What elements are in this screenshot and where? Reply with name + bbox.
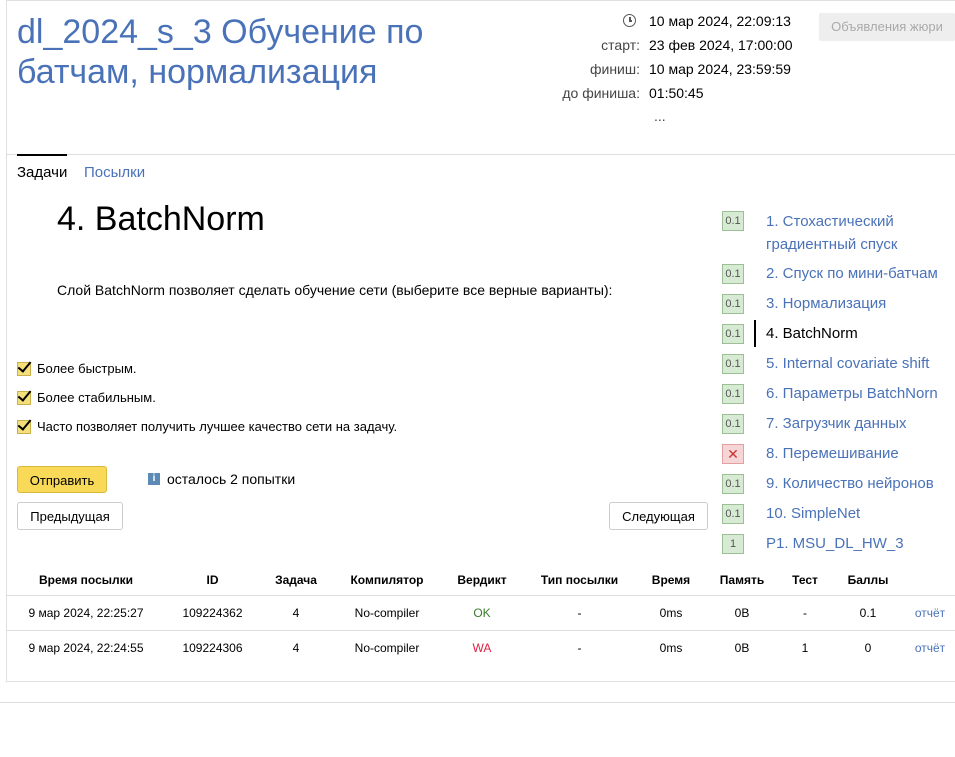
score-badge: 0.1 <box>722 384 744 404</box>
score-badge: 0.1 <box>722 294 744 314</box>
tab-submissions[interactable]: Посылки <box>84 164 145 181</box>
start-label: старт: <box>601 37 640 53</box>
submission-type: - <box>522 630 637 665</box>
finish-label: финиш: <box>589 61 640 77</box>
problem-statement: Слой BatchNorm позволяет сделать обучени… <box>57 282 613 298</box>
checkbox-checked-icon[interactable] <box>17 419 31 434</box>
tabs-divider <box>6 154 955 155</box>
table-row: 9 мар 2024, 22:25:27 109224362 4 No-comp… <box>7 595 955 631</box>
column-header: Баллы <box>847 573 889 587</box>
problem-link[interactable]: 3. Нормализация <box>766 292 955 315</box>
start-time: 23 фев 2024, 17:00:00 <box>649 37 793 53</box>
contest-info: 10 мар 2024, 22:09:13 старт: 23 фев 2024,… <box>540 13 793 109</box>
contest-title: dl_2024_s_3 Обучение по батчам, нормализ… <box>17 13 424 91</box>
time-left: 01:50:45 <box>649 85 704 101</box>
compiler: No-compiler <box>332 595 442 631</box>
verdict: OK <box>442 595 522 631</box>
submission-id: 109224306 <box>165 630 260 665</box>
jury-announcements-button[interactable]: Объявления жюри <box>819 13 955 41</box>
option-label: Более стабильным. <box>37 390 156 405</box>
memory: 0B <box>705 630 779 665</box>
score-badge: 0.1 <box>722 324 744 344</box>
column-header: Время <box>651 573 691 587</box>
finish-time: 10 мар 2024, 23:59:59 <box>649 61 791 77</box>
run-time: 0ms <box>637 595 705 631</box>
verdict: WA <box>442 630 522 665</box>
problem-link-active[interactable]: 4. BatchNorm <box>754 320 955 347</box>
more-info-toggle[interactable]: ... <box>654 108 666 124</box>
column-header: Память <box>719 573 765 587</box>
test: 1 <box>779 630 831 665</box>
score-badge: 0.1 <box>722 264 744 284</box>
submit-button[interactable]: Отправить <box>17 466 107 493</box>
report-link[interactable]: отчёт <box>905 595 955 631</box>
checkbox-checked-icon[interactable] <box>17 361 31 376</box>
score-badge: 0.1 <box>722 354 744 374</box>
score: 0 <box>831 630 905 665</box>
problem-link[interactable]: 2. Спуск по мини-батчам <box>766 262 955 285</box>
score: 0.1 <box>831 595 905 631</box>
attempts-info: i осталось 2 попытки <box>148 471 295 487</box>
score-badge: 1 <box>722 534 744 554</box>
score-badge: 0.1 <box>722 504 744 524</box>
info-icon: i <box>148 473 160 485</box>
clock-icon <box>623 14 637 27</box>
option-label: Более быстрым. <box>37 361 137 376</box>
task-number: 4 <box>260 595 332 631</box>
footer-divider <box>0 702 955 703</box>
column-header: Время посылки <box>38 573 134 587</box>
current-time: 10 мар 2024, 22:09:13 <box>649 13 791 29</box>
report-link[interactable]: отчёт <box>905 630 955 665</box>
fail-x-icon: ✕ <box>722 444 744 464</box>
column-header: Компилятор <box>350 573 424 587</box>
column-header: ID <box>206 573 219 587</box>
option-2[interactable]: Более стабильным. <box>17 390 156 405</box>
option-1[interactable]: Более быстрым. <box>17 361 137 376</box>
problem-link[interactable]: 7. Загрузчик данных <box>766 412 955 435</box>
problem-link[interactable]: 8. Перемешивание <box>766 442 955 465</box>
memory: 0B <box>705 595 779 631</box>
tab-tasks[interactable]: Задачи <box>17 154 67 181</box>
run-time: 0ms <box>637 630 705 665</box>
compiler: No-compiler <box>332 630 442 665</box>
next-button[interactable]: Следующая <box>609 502 708 530</box>
option-label: Часто позволяет получить лучшее качество… <box>37 419 398 434</box>
submit-time: 9 мар 2024, 22:24:55 <box>7 630 165 665</box>
attempts-text: осталось 2 попытки <box>167 471 296 487</box>
problem-link[interactable]: 10. SimpleNet <box>766 502 955 525</box>
column-header: Задача <box>275 573 317 587</box>
column-header: Вердикт <box>457 573 507 587</box>
problem-link[interactable]: 1. Стохастический градиентный спуск <box>766 210 955 256</box>
test: - <box>779 595 831 631</box>
time-left-label: до финиша: <box>562 85 640 101</box>
score-badge: 0.1 <box>722 474 744 494</box>
problem-title: 4. BatchNorm <box>57 200 265 238</box>
checkbox-checked-icon[interactable] <box>17 390 31 405</box>
column-header: Тип посылки <box>540 573 619 587</box>
submit-time: 9 мар 2024, 22:25:27 <box>7 595 165 631</box>
table-row: 9 мар 2024, 22:24:55 109224306 4 No-comp… <box>7 630 955 665</box>
option-3[interactable]: Часто позволяет получить лучшее качество… <box>17 419 397 434</box>
submission-type: - <box>522 595 637 631</box>
problem-link[interactable]: 6. Параметры BatchNorn <box>766 382 955 405</box>
problem-link[interactable]: 9. Количество нейронов <box>766 472 955 495</box>
problem-link[interactable]: 5. Internal covariate shift <box>766 352 955 375</box>
score-badge: 0.1 <box>722 211 744 231</box>
column-header: Тест <box>792 573 818 587</box>
task-number: 4 <box>260 630 332 665</box>
column-header <box>905 565 955 596</box>
submission-id: 109224362 <box>165 595 260 631</box>
score-badge: 0.1 <box>722 414 744 434</box>
previous-button[interactable]: Предыдущая <box>17 502 123 530</box>
submissions-table: Время посылки ID Задача Компилятор Верди… <box>7 565 955 665</box>
problem-link[interactable]: P1. MSU_DL_HW_3 <box>766 532 955 555</box>
table-header-row: Время посылки ID Задача Компилятор Верди… <box>7 565 955 596</box>
